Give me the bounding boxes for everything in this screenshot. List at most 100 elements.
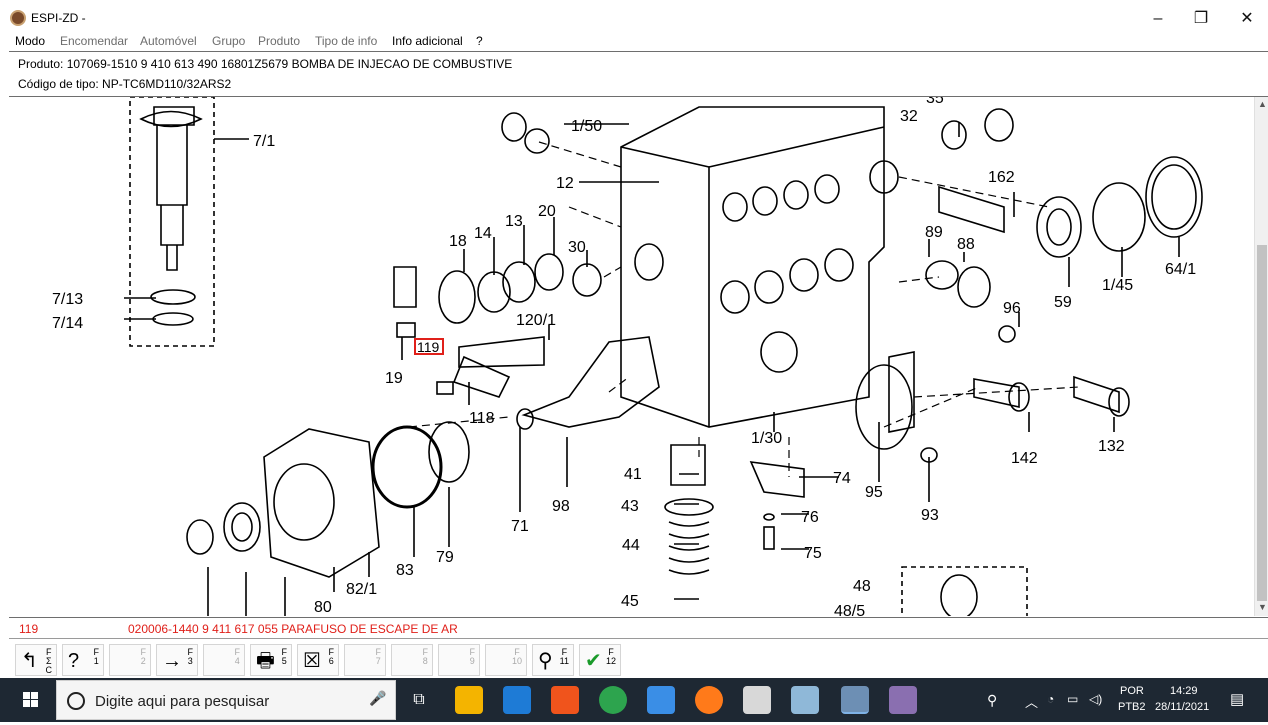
diagram-label[interactable]: 82/1	[346, 581, 377, 598]
diagram-label[interactable]: 88	[957, 236, 975, 253]
windows-logo-icon	[23, 692, 38, 707]
function-key-button[interactable]: F 2	[109, 644, 151, 676]
notes-app-icon[interactable]	[791, 686, 819, 714]
minimize-button[interactable]: –	[1135, 6, 1181, 32]
function-key-button[interactable]: ? F 1	[62, 644, 104, 676]
diagram-label[interactable]: 79	[436, 549, 454, 566]
bosch-app-icon[interactable]	[743, 686, 771, 714]
function-key-button[interactable]: F 7	[344, 644, 386, 676]
menu-automovel[interactable]: Automóvel	[140, 34, 197, 48]
menu-grupo[interactable]: Grupo	[212, 34, 245, 48]
highlighted-part-label[interactable]: 119	[417, 339, 440, 355]
diagram-label[interactable]: 1/50	[571, 118, 602, 135]
function-key-button[interactable]: ↰ F Σ C	[15, 644, 57, 676]
menu-tipo-de-info[interactable]: Tipo de info	[315, 34, 377, 48]
function-key-button[interactable]: F 8	[391, 644, 433, 676]
diagram-label[interactable]: 96	[1003, 300, 1021, 317]
function-key-label: F 5	[281, 647, 288, 666]
diagram-label[interactable]: 13	[505, 213, 523, 230]
diagram-label[interactable]: 64/1	[1165, 261, 1196, 278]
taskbar-search[interactable]: Digite aqui para pesquisar 🎤	[56, 680, 396, 720]
people-icon[interactable]: ⚲	[987, 692, 997, 709]
exploded-parts-diagram[interactable]: 7/1 7/13 7/14 1/50 12 32 35 162 18 14 13…	[9, 97, 1254, 616]
diagram-label[interactable]: 89	[925, 224, 943, 241]
diagram-label[interactable]: 48	[853, 578, 871, 595]
diagram-label[interactable]: 20	[538, 203, 556, 220]
diagram-label[interactable]: 1/30	[751, 430, 782, 447]
diagram-label[interactable]: 76	[801, 509, 819, 526]
chevron-up-icon[interactable]: ︿	[1025, 692, 1038, 711]
diagram-label[interactable]: 132	[1098, 438, 1125, 455]
diagram-label[interactable]: 59	[1054, 294, 1072, 311]
diagram-label[interactable]: 7/13	[52, 291, 83, 308]
diagram-label[interactable]: 98	[552, 498, 570, 515]
notifications-icon[interactable]: ▤	[1230, 690, 1244, 708]
volume-icon[interactable]: ◁)	[1089, 692, 1102, 706]
diagram-label[interactable]: 93	[921, 507, 939, 524]
diagram-label[interactable]: 14	[474, 225, 492, 242]
diagram-label[interactable]: 83	[396, 562, 414, 579]
desktop-app-icon[interactable]	[647, 686, 675, 714]
diagram-label[interactable]: 35	[926, 97, 944, 107]
function-key-button[interactable]: ✔ F 12	[579, 644, 621, 676]
brave-browser-icon[interactable]	[551, 686, 579, 714]
diagram-label[interactable]: 118	[469, 410, 495, 427]
chrome-icon[interactable]	[599, 686, 627, 714]
function-key-button[interactable]: F 4	[203, 644, 245, 676]
close-button[interactable]: ✕	[1224, 6, 1268, 32]
task-view-icon[interactable]: ⧉	[405, 686, 433, 714]
menu-help[interactable]: ?	[476, 34, 483, 48]
print-icon: 🖶	[256, 650, 275, 672]
wifi-icon[interactable]: ◔	[1047, 692, 1054, 706]
menu-info-adicional[interactable]: Info adicional	[392, 34, 463, 48]
diagram-label[interactable]: 80	[314, 599, 332, 616]
clock-time[interactable]: 14:29	[1170, 685, 1198, 697]
diagram-label[interactable]: 120/1	[516, 312, 556, 329]
microphone-icon[interactable]: 🎤	[369, 690, 386, 707]
diagram-label[interactable]: 41	[624, 466, 642, 483]
diagram-label[interactable]: 30	[568, 239, 586, 256]
diagram-label[interactable]: 7/14	[52, 315, 83, 332]
store-icon[interactable]	[455, 686, 483, 714]
diagram-label[interactable]: 44	[622, 537, 640, 554]
diagram-label[interactable]: 7/1	[253, 133, 275, 150]
function-key-button[interactable]: ⚲ F 11	[532, 644, 574, 676]
scroll-up-icon[interactable]: ▲	[1258, 99, 1267, 109]
keyboard-layout[interactable]: PTB2	[1118, 701, 1146, 713]
diagram-label[interactable]: 1/45	[1102, 277, 1133, 294]
function-key-button[interactable]: F 10	[485, 644, 527, 676]
mail-icon[interactable]	[503, 686, 531, 714]
diagram-label[interactable]: 32	[900, 108, 918, 125]
firefox-icon[interactable]	[695, 686, 723, 714]
diagram-label[interactable]: 18	[449, 233, 467, 250]
menu-produto[interactable]: Produto	[258, 34, 300, 48]
function-key-label: F 3	[187, 647, 194, 666]
diagram-label[interactable]: 12	[556, 175, 574, 192]
diagram-label[interactable]: 74	[833, 470, 851, 487]
start-button[interactable]	[0, 678, 62, 722]
diagram-label[interactable]: 75	[804, 545, 822, 562]
scroll-down-icon[interactable]: ▼	[1258, 602, 1267, 612]
diagram-label[interactable]: 19	[385, 370, 403, 387]
restore-button[interactable]: ❐	[1178, 6, 1224, 32]
diagram-label[interactable]: 162	[988, 169, 1015, 186]
function-key-button[interactable]: F 9	[438, 644, 480, 676]
diagram-label[interactable]: 71	[511, 518, 529, 535]
diagram-label[interactable]: 95	[865, 484, 883, 501]
function-key-button[interactable]: → F 3	[156, 644, 198, 676]
diagram-label[interactable]: 48/5	[834, 603, 865, 616]
espi-zd-task-icon[interactable]	[841, 686, 869, 714]
vertical-scrollbar[interactable]: ▲ ▼	[1254, 97, 1268, 616]
menu-encomendar[interactable]: Encomendar	[60, 34, 128, 48]
language-indicator[interactable]: POR	[1120, 685, 1144, 697]
clock-date[interactable]: 28/11/2021	[1155, 701, 1209, 713]
diagram-label[interactable]: 43	[621, 498, 639, 515]
diagram-label[interactable]: 142	[1011, 450, 1038, 467]
function-key-button[interactable]: 🖶 F 5	[250, 644, 292, 676]
scrollbar-thumb[interactable]	[1257, 245, 1267, 601]
battery-icon[interactable]: ▭	[1067, 692, 1078, 706]
app-task-icon[interactable]	[889, 686, 917, 714]
menu-modo[interactable]: Modo	[15, 34, 45, 48]
function-key-button[interactable]: ☒ F 6	[297, 644, 339, 676]
diagram-label[interactable]: 45	[621, 593, 639, 610]
